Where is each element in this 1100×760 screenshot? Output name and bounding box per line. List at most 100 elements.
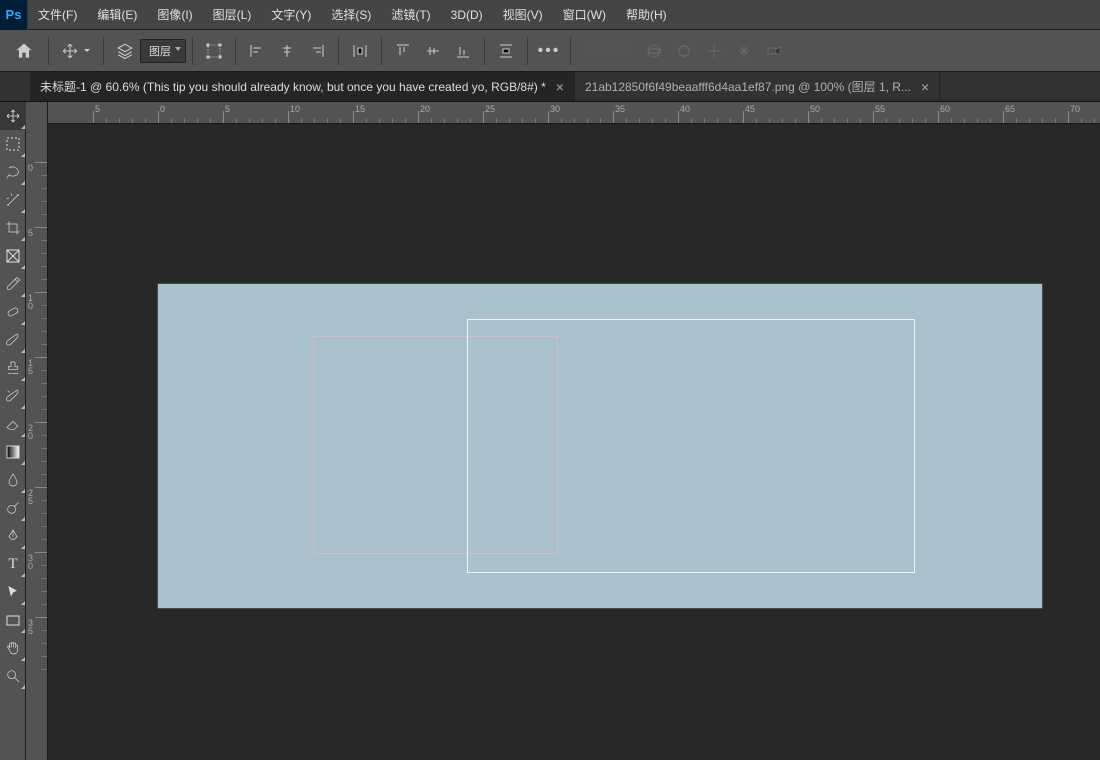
eraser-icon <box>5 416 21 432</box>
tool-shape[interactable] <box>0 606 26 634</box>
align-bottom[interactable] <box>448 36 478 66</box>
canvas-stage[interactable] <box>48 124 1100 760</box>
3d-roll[interactable] <box>669 36 699 66</box>
droplet-icon <box>5 472 21 488</box>
tool-pen[interactable] <box>0 522 26 550</box>
tool-crop[interactable] <box>0 214 26 242</box>
separator <box>103 37 104 65</box>
3d-orbit[interactable] <box>639 36 669 66</box>
distribute-v-icon <box>498 43 514 59</box>
brush-icon <box>5 332 21 348</box>
separator <box>570 37 571 65</box>
history-brush-icon <box>5 388 21 404</box>
ellipsis-icon: ••• <box>538 42 561 60</box>
separator <box>235 37 236 65</box>
more-options[interactable]: ••• <box>534 36 564 66</box>
separator <box>338 37 339 65</box>
tool-healing[interactable] <box>0 298 26 326</box>
menu-edit[interactable]: 编辑(E) <box>87 0 147 29</box>
tool-move[interactable] <box>0 102 26 130</box>
menu-window[interactable]: 窗口(W) <box>553 0 616 29</box>
crop-icon <box>5 220 21 236</box>
horizontal-ruler[interactable]: 50510152025303540455055606570 <box>48 102 1100 124</box>
align-left[interactable] <box>242 36 272 66</box>
tool-eyedropper[interactable] <box>0 270 26 298</box>
move-tool-indicator[interactable] <box>55 38 97 64</box>
marquee-icon <box>6 137 20 151</box>
target-select[interactable]: 图层 <box>140 39 186 63</box>
3d-mode-label: 3D 模式: <box>577 42 639 59</box>
tool-frame[interactable] <box>0 242 26 270</box>
layers-icon <box>116 42 134 60</box>
close-icon[interactable]: × <box>556 79 564 95</box>
menu-filter[interactable]: 滤镜(T) <box>381 0 440 29</box>
align-center-h[interactable] <box>272 36 302 66</box>
doc-tab-label: 21ab12850f6f49beaafff6d4aa1ef87.png @ 10… <box>585 78 911 95</box>
tool-eraser[interactable] <box>0 410 26 438</box>
tool-hand[interactable] <box>0 634 26 662</box>
wand-icon <box>5 192 21 208</box>
menu-image[interactable]: 图像(I) <box>147 0 202 29</box>
canvas-area: 50510152025303540455055606570 <box>48 102 1100 760</box>
separator <box>192 37 193 65</box>
3d-slide[interactable] <box>729 36 759 66</box>
zoom-icon <box>5 668 21 684</box>
menu-type[interactable]: 文字(Y) <box>261 0 321 29</box>
arrow-icon <box>5 584 21 600</box>
doc-tab-inactive[interactable]: 21ab12850f6f49beaafff6d4aa1ef87.png @ 10… <box>575 72 940 101</box>
menu-file[interactable]: 文件(F) <box>28 0 87 29</box>
menu-bar: Ps 文件(F) 编辑(E) 图像(I) 图层(L) 文字(Y) 选择(S) 滤… <box>0 0 1100 30</box>
chevron-down-icon <box>83 47 91 55</box>
tool-blur[interactable] <box>0 466 26 494</box>
menu-3d[interactable]: 3D(D) <box>441 0 493 29</box>
type-icon: T <box>8 556 17 573</box>
roll-icon <box>675 42 693 60</box>
tool-history-brush[interactable] <box>0 382 26 410</box>
eyedropper-icon <box>5 276 21 292</box>
distribute-v[interactable] <box>491 36 521 66</box>
menu-layer[interactable]: 图层(L) <box>203 0 262 29</box>
vertical-ruler[interactable]: 05101520253035 <box>26 102 48 760</box>
dodge-icon <box>5 500 21 516</box>
align-right-icon <box>309 43 325 59</box>
workspace: T 05101520253035 50510152025303540455055… <box>0 102 1100 760</box>
bandage-icon <box>5 304 21 320</box>
canvas[interactable] <box>158 284 1042 608</box>
lasso-icon <box>5 164 21 180</box>
separator <box>381 37 382 65</box>
doc-tab-active[interactable]: 未标题-1 @ 60.6% (This tip you should alrea… <box>30 72 575 101</box>
orbit-icon <box>645 42 663 60</box>
menu-view[interactable]: 视图(V) <box>493 0 553 29</box>
align-top[interactable] <box>388 36 418 66</box>
home-button[interactable] <box>6 36 42 66</box>
align-middle-v-icon <box>425 43 441 59</box>
slide-icon <box>735 42 753 60</box>
auto-select-toggle[interactable] <box>110 36 140 66</box>
tool-type[interactable]: T <box>0 550 26 578</box>
tool-brush[interactable] <box>0 326 26 354</box>
transform-controls-toggle[interactable] <box>199 36 229 66</box>
shape-2[interactable] <box>467 319 915 573</box>
tool-quick-select[interactable] <box>0 186 26 214</box>
tool-stamp[interactable] <box>0 354 26 382</box>
hand-icon <box>5 640 21 656</box>
menu-help[interactable]: 帮助(H) <box>616 0 677 29</box>
align-middle-v[interactable] <box>418 36 448 66</box>
bounding-box-icon <box>205 42 223 60</box>
tool-lasso[interactable] <box>0 158 26 186</box>
distribute-h[interactable] <box>345 36 375 66</box>
3d-pan[interactable] <box>699 36 729 66</box>
3d-camera[interactable] <box>759 36 789 66</box>
document-tabs: 未标题-1 @ 60.6% (This tip you should alrea… <box>0 72 1100 102</box>
tool-dodge[interactable] <box>0 494 26 522</box>
tool-zoom[interactable] <box>0 662 26 690</box>
align-bottom-icon <box>455 43 471 59</box>
tool-marquee[interactable] <box>0 130 26 158</box>
menu-select[interactable]: 选择(S) <box>321 0 381 29</box>
distribute-h-icon <box>352 43 368 59</box>
tool-gradient[interactable] <box>0 438 26 466</box>
tool-path-select[interactable] <box>0 578 26 606</box>
pan-icon <box>705 42 723 60</box>
align-right[interactable] <box>302 36 332 66</box>
close-icon[interactable]: × <box>921 79 929 95</box>
